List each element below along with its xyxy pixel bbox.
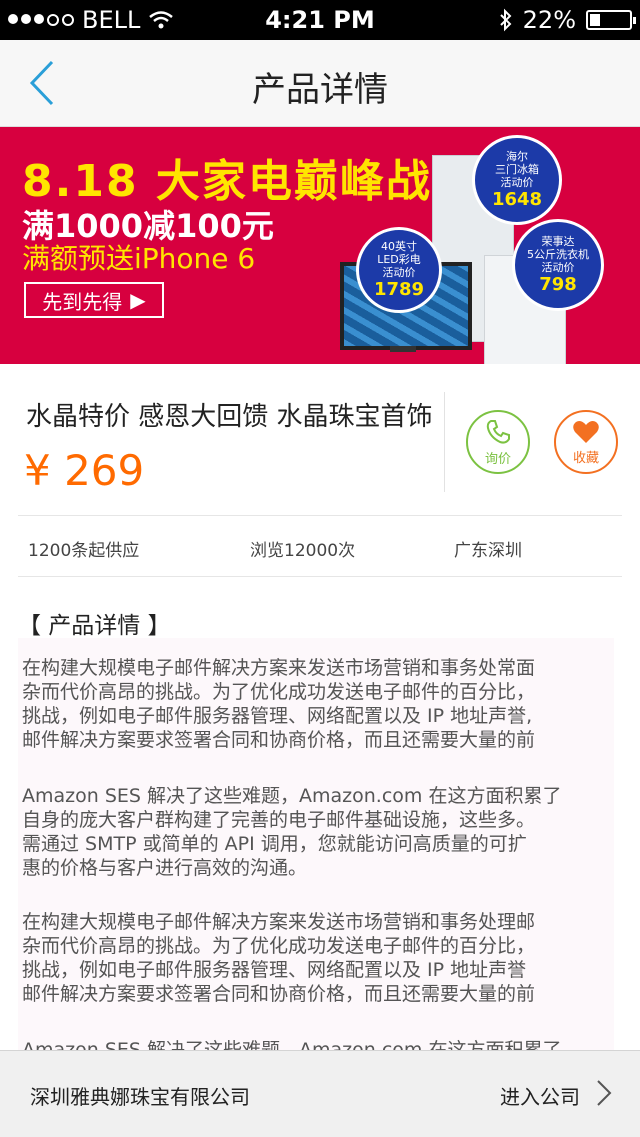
detail-paragraph: Amazon SES 解决了这些难题，Amazon.com 在这方面积累了	[22, 1039, 562, 1050]
battery-icon	[586, 10, 636, 30]
bluetooth-icon	[499, 8, 512, 32]
badge-tv: 40英寸 LED彩电 活动价 1789	[356, 227, 442, 313]
vertical-divider	[444, 392, 445, 492]
ask-price-button[interactable]: 询价	[466, 410, 530, 474]
product-title: 水晶特价 感恩大回馈 水晶珠宝首饰	[26, 402, 433, 432]
favorite-label: 收藏	[572, 450, 599, 466]
views-info: 浏览12000次	[250, 541, 356, 561]
detail-paragraph: 在构建大规模电子邮件解决方案来发送市场营销和事务处理邮 杂而代价高昂的挑战。为了…	[22, 911, 536, 1005]
detail-paragraph: 在构建大规模电子邮件解决方案来发送市场营销和事务处常面 杂而代价高昂的挑战。为了…	[22, 657, 536, 751]
banner-cta-button[interactable]: 先到先得 ▶	[24, 282, 164, 318]
company-name: 深圳雅典娜珠宝有限公司	[30, 1085, 250, 1109]
company-footer[interactable]: 深圳雅典娜珠宝有限公司 进入公司	[0, 1050, 640, 1137]
favorite-button[interactable]: 收藏	[554, 410, 618, 474]
detail-content[interactable]: 在构建大规模电子邮件解决方案来发送市场营销和事务处常面 杂而代价高昂的挑战。为了…	[18, 638, 614, 1050]
banner-headline: 8.18 大家电巅峰战	[22, 156, 432, 207]
enter-company-link[interactable]: 进入公司	[500, 1081, 580, 1110]
battery-percent: 22%	[522, 6, 576, 34]
promo-banner[interactable]: 8.18 大家电巅峰战 满1000减100元 满额预送iPhone 6 先到先得…	[0, 127, 640, 364]
product-price: ¥ 269	[24, 446, 145, 495]
play-icon: ▶	[130, 288, 146, 312]
tv-stand	[390, 346, 416, 352]
banner-cta-label: 先到先得	[42, 289, 123, 314]
detail-paragraph: Amazon SES 解决了这些难题，Amazon.com 在这方面积累了 自身…	[22, 785, 562, 879]
phone-icon	[486, 419, 510, 444]
badge-fridge: 海尔 三门冰箱 活动价 1648	[472, 135, 562, 225]
detail-heading: 【 产品详情 】	[18, 613, 171, 639]
divider	[18, 576, 622, 577]
banner-gift: 满额预送iPhone 6	[22, 242, 256, 275]
page-title: 产品详情	[252, 70, 388, 110]
nav-bar: 产品详情	[0, 40, 640, 127]
chevron-right-icon	[597, 1080, 612, 1106]
divider	[18, 515, 622, 516]
ask-price-label: 询价	[484, 451, 511, 467]
status-bar: BELL 4:21 PM 22%	[0, 0, 640, 40]
badge-washer: 荣事达 5公斤洗衣机 活动价 798	[512, 219, 604, 311]
location-info: 广东深圳	[454, 541, 522, 561]
supply-info: 1200条起供应	[28, 541, 140, 561]
heart-icon	[573, 420, 599, 443]
